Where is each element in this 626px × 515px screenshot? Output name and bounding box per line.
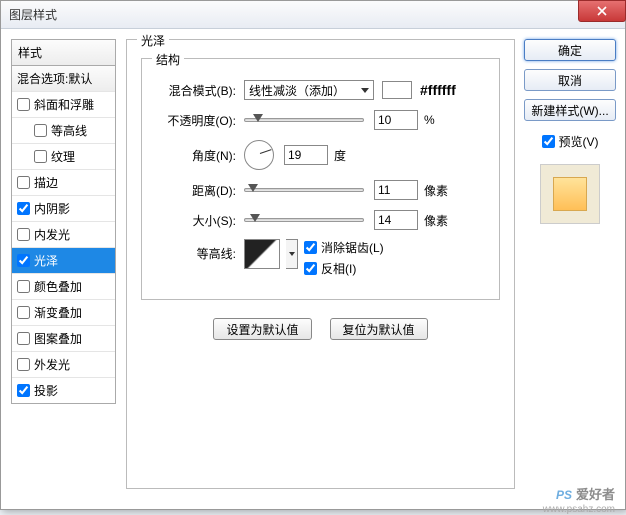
angle-unit: 度: [334, 147, 346, 164]
style-checkbox[interactable]: [17, 202, 30, 215]
style-checkbox[interactable]: [17, 98, 30, 111]
angle-dial[interactable]: [244, 140, 274, 170]
distance-input[interactable]: [374, 180, 418, 200]
sidebar-item-label: 光泽: [34, 252, 58, 269]
opacity-label: 不透明度(O):: [156, 112, 236, 129]
sidebar-header: 样式: [11, 39, 116, 65]
distance-label: 距离(D):: [156, 182, 236, 199]
style-checkbox[interactable]: [17, 228, 30, 241]
close-button[interactable]: [578, 0, 626, 22]
sidebar-item-7[interactable]: 光泽: [12, 248, 115, 274]
blend-mode-label: 混合模式(B):: [156, 82, 236, 99]
sidebar-item-9[interactable]: 渐变叠加: [12, 300, 115, 326]
angle-label: 角度(N):: [156, 147, 236, 164]
sidebar-item-12[interactable]: 投影: [12, 378, 115, 403]
sidebar-item-0[interactable]: 混合选项:默认: [12, 66, 115, 92]
style-checkbox[interactable]: [34, 124, 47, 137]
opacity-unit: %: [424, 113, 435, 127]
sidebar-item-label: 描边: [34, 174, 58, 191]
opacity-slider[interactable]: [244, 118, 364, 122]
antialias-checkbox[interactable]: 消除锯齿(L): [304, 239, 384, 256]
sidebar-item-label: 渐变叠加: [34, 304, 82, 321]
color-swatch[interactable]: [382, 81, 412, 99]
chevron-down-icon: [361, 88, 369, 93]
blend-mode-value: 线性减淡（添加）: [249, 82, 345, 99]
sidebar-item-label: 图案叠加: [34, 330, 82, 347]
watermark: PS 爱好者 www.psahz.com: [556, 484, 615, 503]
size-input[interactable]: [374, 210, 418, 230]
sidebar-item-label: 等高线: [51, 122, 87, 139]
sidebar-item-label: 斜面和浮雕: [34, 96, 94, 113]
style-checkbox[interactable]: [17, 306, 30, 319]
effect-panel: 光泽 结构 混合模式(B): 线性减淡（添加） #ffffff 不透明度(O):: [126, 39, 515, 489]
sidebar-item-1[interactable]: 斜面和浮雕: [12, 92, 115, 118]
invert-checkbox[interactable]: 反相(I): [304, 260, 384, 277]
close-icon: [597, 6, 607, 16]
angle-input[interactable]: [284, 145, 328, 165]
sidebar-item-label: 投影: [34, 382, 58, 399]
dialog-buttons: 确定 取消 新建样式(W)... 预览(V): [515, 39, 615, 499]
contour-label: 等高线:: [156, 239, 236, 262]
sidebar-item-5[interactable]: 内阴影: [12, 196, 115, 222]
layer-style-dialog: 图层样式 样式 混合选项:默认斜面和浮雕等高线纹理描边内阴影内发光光泽颜色叠加渐…: [0, 0, 626, 510]
style-checkbox[interactable]: [34, 150, 47, 163]
contour-picker-button[interactable]: [286, 239, 298, 269]
sidebar-item-label: 外发光: [34, 356, 70, 373]
style-checkbox[interactable]: [17, 176, 30, 189]
titlebar[interactable]: 图层样式: [1, 1, 625, 29]
new-style-button[interactable]: 新建样式(W)...: [524, 99, 616, 121]
set-default-button[interactable]: 设置为默认值: [213, 318, 311, 340]
sidebar-item-11[interactable]: 外发光: [12, 352, 115, 378]
sidebar-item-10[interactable]: 图案叠加: [12, 326, 115, 352]
sidebar-item-6[interactable]: 内发光: [12, 222, 115, 248]
cancel-button[interactable]: 取消: [524, 69, 616, 91]
styles-sidebar: 样式 混合选项:默认斜面和浮雕等高线纹理描边内阴影内发光光泽颜色叠加渐变叠加图案…: [11, 39, 116, 499]
sidebar-item-4[interactable]: 描边: [12, 170, 115, 196]
window-title: 图层样式: [9, 6, 57, 23]
reset-default-button[interactable]: 复位为默认值: [330, 318, 428, 340]
preview-thumbnail: [540, 164, 600, 224]
blend-mode-combo[interactable]: 线性减淡（添加）: [244, 80, 374, 100]
sidebar-item-2[interactable]: 等高线: [12, 118, 115, 144]
size-slider[interactable]: [244, 218, 364, 222]
sidebar-item-label: 混合选项:默认: [17, 70, 92, 87]
sidebar-item-3[interactable]: 纹理: [12, 144, 115, 170]
style-checkbox[interactable]: [17, 254, 30, 267]
size-label: 大小(S):: [156, 212, 236, 229]
sidebar-item-8[interactable]: 颜色叠加: [12, 274, 115, 300]
structure-group: 结构 混合模式(B): 线性减淡（添加） #ffffff 不透明度(O):: [141, 58, 500, 300]
opacity-input[interactable]: [374, 110, 418, 130]
color-hex: #ffffff: [420, 82, 456, 98]
style-checkbox[interactable]: [17, 384, 30, 397]
group-title: 结构: [152, 51, 184, 68]
distance-unit: 像素: [424, 182, 448, 199]
sidebar-item-label: 颜色叠加: [34, 278, 82, 295]
panel-title: 光泽: [137, 32, 169, 49]
sidebar-list: 混合选项:默认斜面和浮雕等高线纹理描边内阴影内发光光泽颜色叠加渐变叠加图案叠加外…: [11, 65, 116, 404]
style-checkbox[interactable]: [17, 358, 30, 371]
contour-preview[interactable]: [244, 239, 280, 269]
preview-swatch: [553, 177, 587, 211]
size-unit: 像素: [424, 212, 448, 229]
ok-button[interactable]: 确定: [524, 39, 616, 61]
preview-checkbox[interactable]: 预览(V): [542, 133, 599, 150]
style-checkbox[interactable]: [17, 280, 30, 293]
distance-slider[interactable]: [244, 188, 364, 192]
sidebar-item-label: 纹理: [51, 148, 75, 165]
style-checkbox[interactable]: [17, 332, 30, 345]
sidebar-item-label: 内发光: [34, 226, 70, 243]
chevron-down-icon: [289, 252, 295, 256]
sidebar-item-label: 内阴影: [34, 200, 70, 217]
